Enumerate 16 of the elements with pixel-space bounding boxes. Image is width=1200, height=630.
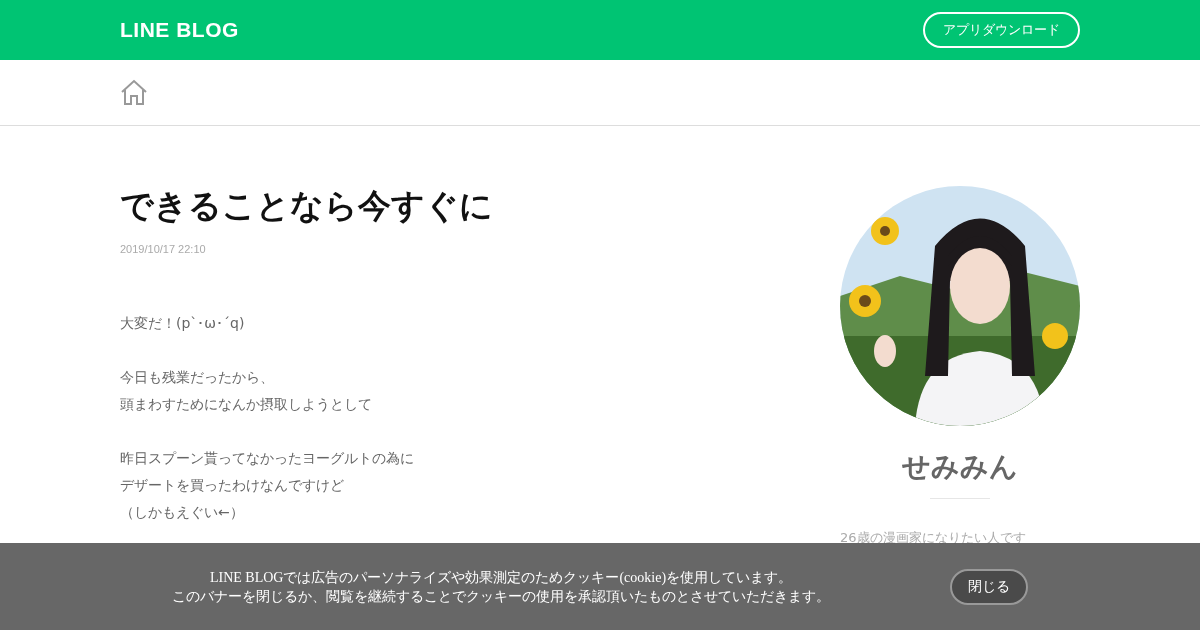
body-text: 大変だ！(p`･ω･´q) (120, 314, 246, 333)
article-title: できることなら今すぐに (120, 186, 494, 226)
home-icon[interactable] (120, 79, 148, 106)
download-button[interactable]: アプリダウンロード (923, 12, 1080, 48)
body-text: デザートを買ったわけなんですけど (120, 476, 345, 495)
body-text: 今日も残業だったから、 (120, 368, 275, 387)
cookie-notice: LINE BLOGでは広告のパーソナライズや効果測定のためクッキー(cookie)を使用しています。 (209, 568, 793, 587)
profile-bio: 26歳の漫画家になりたい人です (840, 529, 1026, 547)
profile-name: せみみん (902, 449, 1018, 485)
body-text: 昨日スプーン貰ってなかったヨーグルトの為に (120, 449, 415, 468)
body-text: （しかもえぐい←） (120, 503, 245, 522)
post-date: 2019/10/17 22:10 (120, 243, 207, 255)
cookie-notice: このバナーを閉じるか、閲覧を継続することでクッキーの使用を承認頂いたものとさせていただきます。 (172, 587, 830, 606)
logo[interactable]: LINE BLOG (120, 18, 239, 42)
body-text: 頭まわすためになんか摂取しようとして (120, 395, 373, 414)
close-button[interactable]: 閉じる (950, 568, 1028, 605)
